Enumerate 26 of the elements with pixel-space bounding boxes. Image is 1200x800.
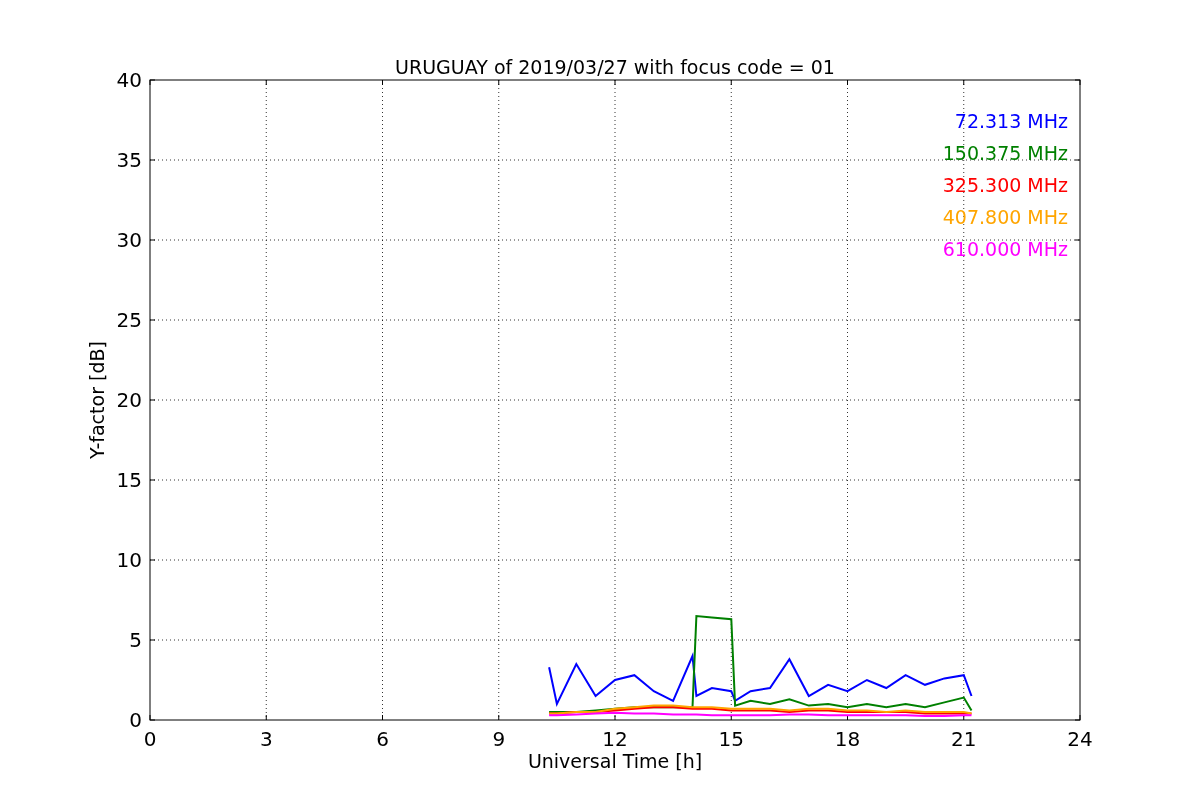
y-tick-label: 0 <box>129 708 142 732</box>
x-tick-label: 6 <box>376 727 389 751</box>
y-tick-label: 40 <box>116 68 142 92</box>
y-tick-label: 35 <box>116 148 142 172</box>
x-tick-label: 21 <box>951 727 977 751</box>
y-tick-label: 15 <box>116 468 142 492</box>
x-tick-label: 12 <box>602 727 628 751</box>
y-tick-label: 30 <box>116 228 142 252</box>
x-tick-label: 0 <box>143 727 157 751</box>
x-axis-title: Universal Time [h] <box>527 750 703 772</box>
legend-label: 325.300 MHz <box>942 174 1068 196</box>
y-axis-title: Y-factor [dB] <box>86 341 108 459</box>
legend-label: 610.000 MHz <box>942 238 1068 260</box>
y-tick-label: 20 <box>116 388 142 412</box>
x-tick-label: 3 <box>259 727 273 751</box>
legend-label: 150.375 MHz <box>942 142 1068 164</box>
x-tick-label: 24 <box>1067 727 1093 751</box>
chart-title: URUGUAY of 2019/03/27 with focus code = 01 <box>395 56 835 78</box>
legend-label: 407.800 MHz <box>942 206 1068 228</box>
legend-label: 72.313 MHz <box>954 110 1068 132</box>
x-tick-label: 18 <box>834 727 861 751</box>
x-tick-label: 9 <box>492 727 506 751</box>
y-tick-label: 5 <box>129 628 142 652</box>
y-tick-label: 25 <box>116 308 142 332</box>
x-tick-label: 15 <box>718 727 744 751</box>
y-tick-label: 10 <box>116 548 142 572</box>
